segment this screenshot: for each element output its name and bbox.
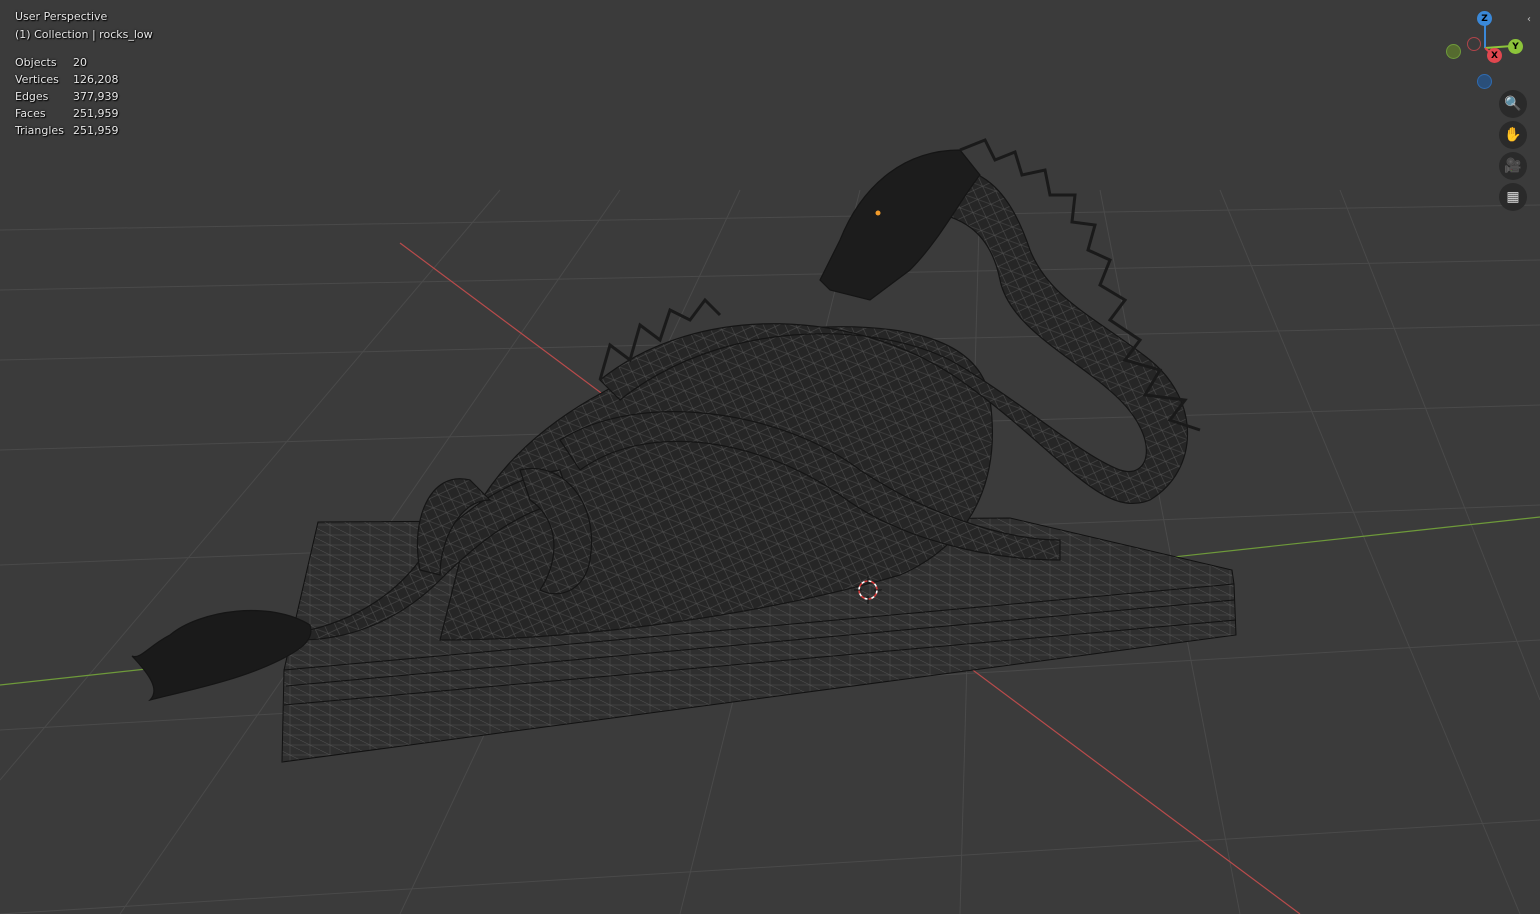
collection-line: (1) Collection | rocks_low xyxy=(15,28,153,41)
stat-row-triangles: Triangles 251,959 xyxy=(15,122,153,139)
stat-row-faces: Faces 251,959 xyxy=(15,105,153,122)
stat-row-edges: Edges 377,939 xyxy=(15,88,153,105)
view-name: User Perspective xyxy=(15,10,108,23)
stat-value: 377,939 xyxy=(73,90,119,103)
zoom-button[interactable]: 🔍 xyxy=(1499,90,1527,118)
camera-view-button[interactable]: 🎥 xyxy=(1499,152,1527,180)
view-info: User Perspective (1) Collection | rocks_… xyxy=(15,8,153,44)
stat-value: 126,208 xyxy=(73,73,119,86)
perspective-grid-icon: ▦ xyxy=(1506,189,1520,205)
stat-label: Triangles xyxy=(15,124,64,137)
gizmo-neg-x-axis[interactable] xyxy=(1467,37,1481,51)
collapse-arrow-icon[interactable]: ‹ xyxy=(1527,14,1531,25)
pan-button[interactable]: ✋ xyxy=(1499,121,1527,149)
gizmo-neg-z-axis[interactable] xyxy=(1477,74,1492,89)
stat-label: Faces xyxy=(15,107,46,120)
gizmo-neg-y-axis[interactable] xyxy=(1446,44,1461,59)
pan-hand-icon: ✋ xyxy=(1504,127,1522,143)
gizmo-z-axis[interactable]: Z xyxy=(1477,11,1492,26)
stat-row-vertices: Vertices 126,208 xyxy=(15,71,153,88)
gizmo-x-axis[interactable]: X xyxy=(1487,48,1502,63)
stat-label: Objects xyxy=(15,56,57,69)
stat-value: 251,959 xyxy=(73,124,119,137)
zoom-icon: 🔍 xyxy=(1504,96,1522,112)
stat-value: 251,959 xyxy=(73,107,119,120)
navigation-gizmo[interactable]: Z Y X xyxy=(1440,8,1530,93)
stat-label: Vertices xyxy=(15,73,59,86)
stat-value: 20 xyxy=(73,56,87,69)
gizmo-y-axis[interactable]: Y xyxy=(1508,39,1523,54)
stat-row-objects: Objects 20 xyxy=(15,54,153,71)
perspective-toggle-button[interactable]: ▦ xyxy=(1499,183,1527,211)
object-origin-dot xyxy=(875,210,881,216)
scene-statistics: Objects 20 Vertices 126,208 Edges 377,93… xyxy=(15,54,153,139)
stat-label: Edges xyxy=(15,90,49,103)
camera-icon: 🎥 xyxy=(1504,158,1522,174)
3d-viewport[interactable] xyxy=(0,0,1540,914)
